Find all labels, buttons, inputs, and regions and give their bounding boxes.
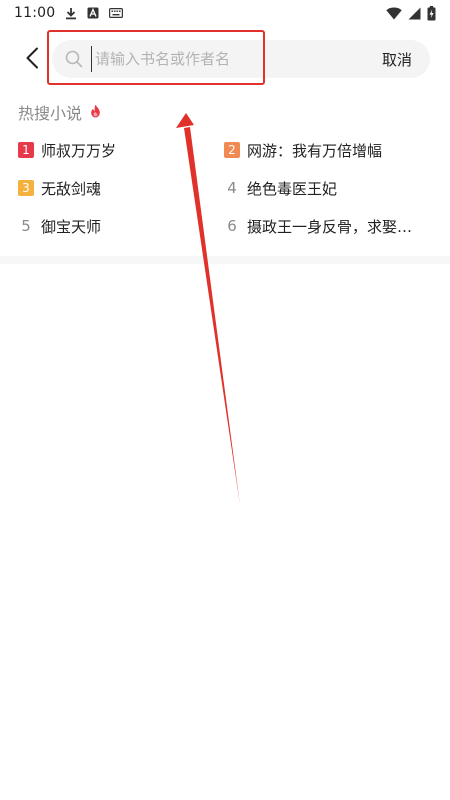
signal-icon (408, 7, 421, 20)
search-input[interactable] (91, 46, 345, 72)
hot-search-item-label: 绝色毒医王妃 (247, 179, 338, 198)
text-a-icon (87, 7, 99, 19)
rank-badge: 2 (224, 142, 240, 158)
status-left: 11:00 (14, 5, 124, 21)
rank-number: 4 (227, 179, 237, 197)
hot-search-item[interactable]: 4 绝色毒医王妃 (224, 178, 428, 198)
status-time: 11:00 (14, 5, 56, 21)
hot-search-item-label: 御宝天师 (41, 217, 102, 236)
rank-badge: 1 (18, 142, 34, 158)
cancel-button[interactable]: 取消 (382, 49, 412, 70)
hot-search-title: 热搜小说 (18, 104, 83, 123)
wifi-icon (386, 7, 402, 20)
search-bar: 取消 (52, 40, 430, 78)
hot-search-item-label: 师叔万万岁 (41, 141, 117, 160)
battery-charging-icon (427, 5, 436, 21)
hot-search-item-label: 摄政王一身反骨，求娶… (247, 217, 413, 236)
hot-search-item[interactable]: 3 无敌剑魂 (18, 178, 224, 198)
rank-badge: 3 (18, 180, 34, 196)
back-button[interactable] (18, 44, 46, 76)
keyboard-icon (109, 8, 124, 18)
hot-search-list: 1 师叔万万岁 2 网游：我有万倍增幅 3 无敌剑魂 4 绝色毒医王妃 5 御宝… (18, 140, 428, 236)
hot-search-header: 热搜小说 (18, 100, 101, 124)
chevron-left-icon (25, 47, 39, 73)
hot-search-item[interactable]: 5 御宝天师 (18, 216, 224, 236)
rank-number: 6 (227, 217, 237, 235)
hot-search-item[interactable]: 2 网游：我有万倍增幅 (224, 140, 428, 160)
rank-number: 5 (21, 217, 31, 235)
hot-search-item[interactable]: 6 摄政王一身反骨，求娶… (224, 216, 428, 236)
section-divider (0, 256, 450, 264)
status-bar: 11:00 (0, 0, 450, 26)
flame-icon (90, 103, 101, 122)
hot-search-item-label: 网游：我有万倍增幅 (247, 141, 383, 160)
hot-search-item-label: 无敌剑魂 (41, 179, 102, 198)
status-right (386, 5, 436, 21)
hot-search-item[interactable]: 1 师叔万万岁 (18, 140, 224, 160)
search-icon (65, 50, 83, 68)
download-icon (65, 7, 77, 20)
